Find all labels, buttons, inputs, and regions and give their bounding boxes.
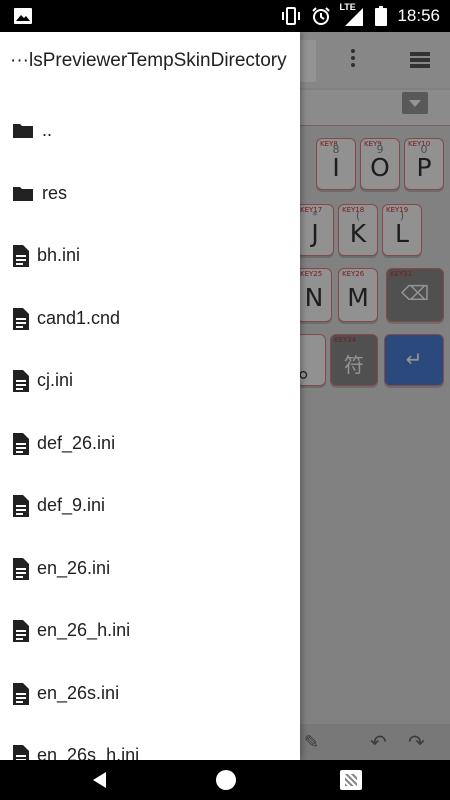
list-item-label: en_26_h.ini bbox=[37, 620, 131, 640]
status-bar: LTE 18:56 bbox=[0, 0, 450, 32]
recents-icon[interactable] bbox=[340, 770, 362, 790]
list-item-label: cj.ini bbox=[37, 370, 74, 390]
list-item-file[interactable]: en_26.ini bbox=[0, 538, 300, 601]
list-item-file[interactable]: cand1.cnd bbox=[0, 288, 300, 351]
file-icon bbox=[12, 682, 34, 705]
list-item-folder-res[interactable]: res bbox=[0, 163, 300, 226]
list-item-file[interactable]: en_26s.ini bbox=[0, 663, 300, 726]
list-item-file[interactable]: en_26s_h.ini bbox=[0, 725, 300, 760]
file-icon bbox=[12, 745, 34, 760]
file-icon bbox=[12, 620, 34, 642]
clock: 18:56 bbox=[397, 6, 440, 25]
current-directory-title: ···lsPreviewerTempSkinDirectory bbox=[10, 50, 287, 71]
back-icon[interactable] bbox=[90, 770, 110, 790]
alarm-icon bbox=[311, 6, 331, 26]
list-item-file[interactable]: bh.ini bbox=[0, 225, 300, 288]
list-item-label: en_26s_h.ini bbox=[37, 745, 140, 760]
file-icon bbox=[12, 432, 34, 455]
list-item-label: cand1.cnd bbox=[37, 307, 121, 328]
file-icon bbox=[12, 245, 34, 267]
file-icon bbox=[12, 370, 34, 392]
vibrate-icon bbox=[281, 7, 301, 25]
list-item-label: en_26.ini bbox=[37, 557, 111, 578]
list-item-label: bh.ini bbox=[37, 245, 81, 265]
file-icon bbox=[12, 495, 34, 517]
file-list: .. res bh.ini cand1.cnd cj.ini def_26.in… bbox=[0, 100, 300, 760]
navigation-bar bbox=[0, 760, 450, 800]
battery-icon bbox=[375, 6, 388, 26]
folder-icon bbox=[12, 183, 34, 205]
file-icon bbox=[12, 557, 34, 580]
folder-icon bbox=[12, 120, 34, 142]
list-item-file[interactable]: def_26.ini bbox=[0, 413, 300, 476]
list-item-label: res bbox=[42, 182, 68, 203]
network-type-label: LTE bbox=[339, 2, 356, 12]
file-drawer: ···lsPreviewerTempSkinDirectory .. res b… bbox=[0, 32, 300, 760]
home-icon[interactable] bbox=[216, 770, 236, 790]
list-item-label: def_26.ini bbox=[37, 432, 116, 453]
list-item-parent-folder[interactable]: .. bbox=[0, 100, 300, 163]
signal-icon: LTE bbox=[339, 2, 365, 26]
list-item-file[interactable]: def_9.ini bbox=[0, 475, 300, 538]
image-icon bbox=[14, 8, 32, 24]
list-item-label: en_26s.ini bbox=[37, 682, 120, 703]
file-icon bbox=[12, 307, 34, 330]
list-item-file[interactable]: en_26_h.ini bbox=[0, 600, 300, 663]
list-item-file[interactable]: cj.ini bbox=[0, 350, 300, 413]
list-item-label: def_9.ini bbox=[37, 495, 106, 515]
list-item-label: .. bbox=[42, 120, 53, 140]
